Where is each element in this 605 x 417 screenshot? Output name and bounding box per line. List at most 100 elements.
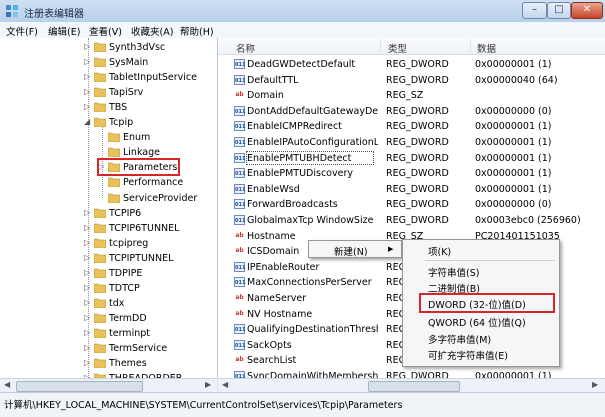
expand-arrow-icon[interactable]: ▷ — [84, 57, 90, 66]
value-row[interactable]: 011 ForwardBroadcasts REG_DWORD 0x00000000 … — [218, 197, 605, 213]
scroll-right-icon[interactable]: ▶ — [205, 380, 211, 389]
value-row[interactable]: 011 DeadGWDetectDefault REG_DWORD 0x0000000… — [218, 57, 605, 73]
expand-arrow-icon[interactable]: ▷ — [84, 343, 90, 352]
expand-arrow-icon[interactable]: ◢ — [84, 117, 90, 126]
string-value-icon: ab — [235, 356, 244, 364]
value-row[interactable]: 011 EnablePMTUDiscovery REG_DWORD 0x0000000… — [218, 166, 605, 182]
tree-item-synth3dvsc[interactable]: ▷ Synth3dVsc — [0, 40, 217, 55]
tree-item-serviceprovider[interactable]: ServiceProvider — [0, 191, 217, 206]
tree-item-tabletinputservice[interactable]: ▷ TabletInputService — [0, 70, 217, 85]
menu-item-multi-string-value[interactable]: 多字符串值(M) — [428, 332, 491, 346]
tree-item-termservice[interactable]: ▷ TermService — [0, 341, 217, 356]
expand-arrow-icon[interactable]: ▷ — [84, 253, 90, 262]
expand-arrow-icon[interactable]: ▷ — [84, 328, 90, 337]
tree-item-termdd[interactable]: ▷ TermDD — [0, 311, 217, 326]
expand-arrow-icon[interactable]: ▷ — [84, 298, 90, 307]
menu-item-new[interactable]: 新建(N) — [334, 244, 368, 258]
close-button[interactable]: ✕ — [571, 2, 603, 19]
expand-arrow-icon[interactable]: ▷ — [84, 42, 90, 51]
value-type: REG_DWORD — [386, 199, 449, 211]
tree-item-tcpipreg[interactable]: ▷ tcpipreg — [0, 236, 217, 251]
list-horizontal-scrollbar[interactable]: ◀ ▶ — [218, 378, 605, 393]
menu-file[interactable]: 文件(F) — [6, 24, 38, 38]
folder-icon — [94, 328, 106, 338]
column-data[interactable]: 数据 — [477, 41, 496, 55]
tree-item-tcpiptunnel[interactable]: ▷ TCPIPTUNNEL — [0, 251, 217, 266]
menu-favorites[interactable]: 收藏夹(A) — [131, 24, 173, 38]
value-row[interactable]: 011 EnablePMTUBHDetect REG_DWORD 0x00000001… — [218, 150, 605, 167]
expand-arrow-icon[interactable]: ▷ — [84, 283, 90, 292]
menu-item-key[interactable]: 项(K) — [428, 244, 451, 258]
tree-item-sysmain[interactable]: ▷ SysMain — [0, 55, 217, 70]
value-name: EnableIPAutoConfigurationLi... — [247, 137, 378, 148]
expand-arrow-icon[interactable]: ▷ — [84, 358, 90, 367]
key-tree[interactable]: ▷ Synth3dVsc ▷ SysMain ▷ TabletInputService ▷ T… — [0, 38, 218, 378]
value-data: 0x00000001 (1) — [475, 152, 552, 164]
scroll-left-icon[interactable]: ◀ — [222, 380, 228, 389]
column-name[interactable]: 名称 — [236, 41, 255, 55]
folder-icon — [94, 313, 106, 323]
value-row[interactable]: 011 DefaultTTL REG_DWORD 0x00000040 (64) — [218, 73, 605, 89]
tree-item-threadorder[interactable]: ▷THREADORDER — [0, 371, 217, 378]
tree-item-terminpt[interactable]: ▷ terminpt — [0, 326, 217, 341]
value-row[interactable]: 011 EnableICMPRedirect REG_DWORD 0x00000001… — [218, 119, 605, 135]
menu-help[interactable]: 帮助(H) — [180, 24, 214, 38]
value-data: 0x0003ebc0 (256960) — [475, 215, 581, 226]
tree-item-tbs[interactable]: ▷ TBS — [0, 100, 217, 115]
tree-horizontal-scrollbar[interactable]: ◀ ▶ — [0, 378, 217, 393]
folder-icon — [108, 178, 120, 188]
expand-arrow-icon[interactable]: ▷ — [84, 268, 90, 277]
menu-item-string-value[interactable]: 字符串值(S) — [428, 265, 479, 279]
value-name: EnablePMTUDiscovery — [247, 168, 353, 180]
tree-item-themes[interactable]: ▷ Themes — [0, 356, 217, 371]
expand-arrow-icon[interactable]: ▷ — [84, 238, 90, 247]
tree-item-tcpip6[interactable]: ▷ TCPIP6 — [0, 206, 217, 221]
minimize-button[interactable]: – — [522, 2, 547, 19]
status-bar: 计算机\HKEY_LOCAL_MACHINE\SYSTEM\CurrentCon… — [0, 392, 605, 417]
tree-item-performance[interactable]: Performance — [0, 175, 217, 190]
context-menu: 新建(N) ▶ — [308, 240, 402, 258]
value-row[interactable]: 011 EnableWsd REG_DWORD 0x00000001 (1) — [218, 182, 605, 198]
value-row[interactable]: 011DontAddDefaultGatewayDefa... REG_DWORD… — [218, 104, 605, 120]
tree-item-tcpip6tunnel[interactable]: ▷ TCPIP6TUNNEL — [0, 221, 217, 236]
value-name: MaxConnectionsPerServer — [247, 277, 372, 289]
tree-item-tapisrv[interactable]: ▷ TapiSrv — [0, 85, 217, 100]
expand-arrow-icon[interactable]: ▷ — [84, 102, 90, 111]
scroll-right-icon[interactable]: ▶ — [592, 380, 598, 389]
tree-item-label: SysMain — [109, 57, 149, 69]
tree-item-label: TermDD — [109, 312, 147, 324]
value-name: SearchList — [247, 355, 297, 367]
expand-arrow-icon[interactable]: ▷ — [84, 72, 90, 81]
folder-icon — [94, 283, 106, 293]
tree-item-tdpipe[interactable]: ▷ TDPIPE — [0, 266, 217, 281]
maximize-button[interactable]: □ — [547, 2, 571, 19]
value-type: REG_DWORD — [386, 183, 449, 195]
value-row[interactable]: 011 EnableIPAutoConfigurationLi... REG_DWO… — [218, 135, 605, 151]
tree-item-label: terminpt — [109, 327, 150, 339]
value-row[interactable]: 011 GlobalmaxTcp WindowSize REG_DWORD 0x000… — [218, 213, 605, 229]
expand-arrow-icon[interactable]: ▷ — [84, 87, 90, 96]
value-name: NV Hostname — [247, 308, 313, 320]
tree-item-tcpip[interactable]: ◢ Tcpip — [0, 115, 217, 130]
scroll-thumb[interactable] — [16, 381, 143, 392]
menu-view[interactable]: 查看(V) — [89, 24, 122, 38]
menu-item-qword-value[interactable]: QWORD (64 位)值(Q) — [428, 315, 526, 329]
value-data: 0x00000000 (0) — [475, 199, 552, 211]
value-row[interactable]: 011 SyncDomainWithMembership REG_DWORD 0x00… — [218, 369, 605, 378]
scroll-left-icon[interactable]: ◀ — [4, 380, 10, 389]
value-type: REG_DWORD — [386, 105, 449, 117]
tree-item-tdtcp[interactable]: ▷ TDTCP — [0, 281, 217, 296]
tree-item-label: Performance — [123, 177, 184, 189]
expand-arrow-icon[interactable]: ▷ — [84, 223, 90, 232]
column-type[interactable]: 类型 — [388, 41, 407, 55]
value-type: REG_DWORD — [386, 74, 449, 86]
menu-item-expandable-string-value[interactable]: 可扩充字符串值(E) — [428, 348, 508, 362]
value-row[interactable]: ab Domain REG_SZ — [218, 88, 605, 104]
menu-edit[interactable]: 编辑(E) — [48, 24, 80, 38]
expand-arrow-icon[interactable]: ▷ — [84, 208, 90, 217]
expand-arrow-icon[interactable]: ▷ — [84, 313, 90, 322]
scroll-thumb[interactable] — [368, 381, 460, 392]
tree-item-label: TDTCP — [109, 282, 140, 294]
tree-item-enum[interactable]: Enum — [0, 130, 217, 145]
tree-item-tdx[interactable]: ▷ tdx — [0, 296, 217, 311]
